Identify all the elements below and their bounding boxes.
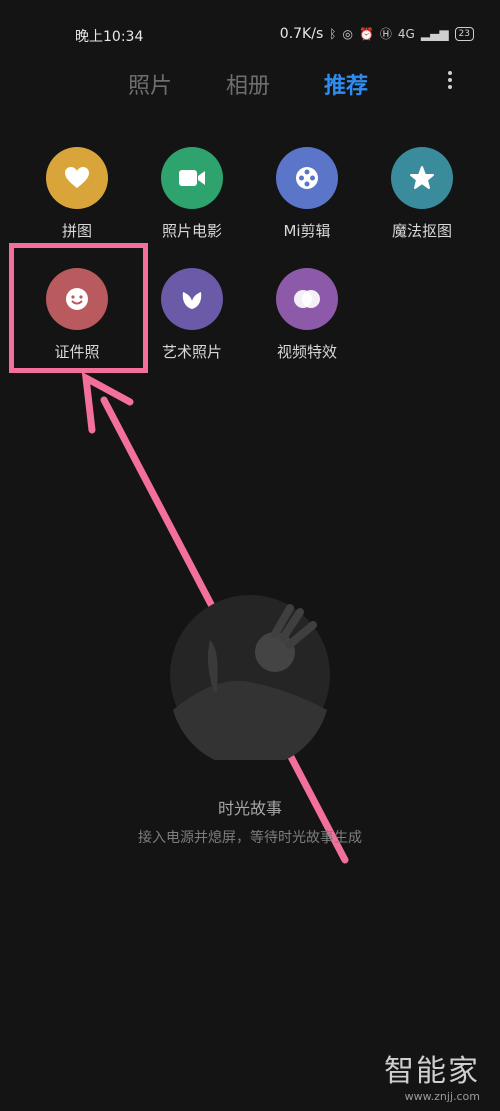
watermark-brand: 智能家 [384,1054,480,1089]
time-story-description: 接入电源并熄屏，等待时光故事生成 [138,830,362,846]
watermark-url: www.znjj.com [404,1090,480,1103]
arrow-annotation [81,371,349,864]
time-story-title: 时光故事 [217,799,282,818]
time-story-illustration [165,590,335,769]
watermark: 智能家 www.znjj.com [384,1046,480,1103]
